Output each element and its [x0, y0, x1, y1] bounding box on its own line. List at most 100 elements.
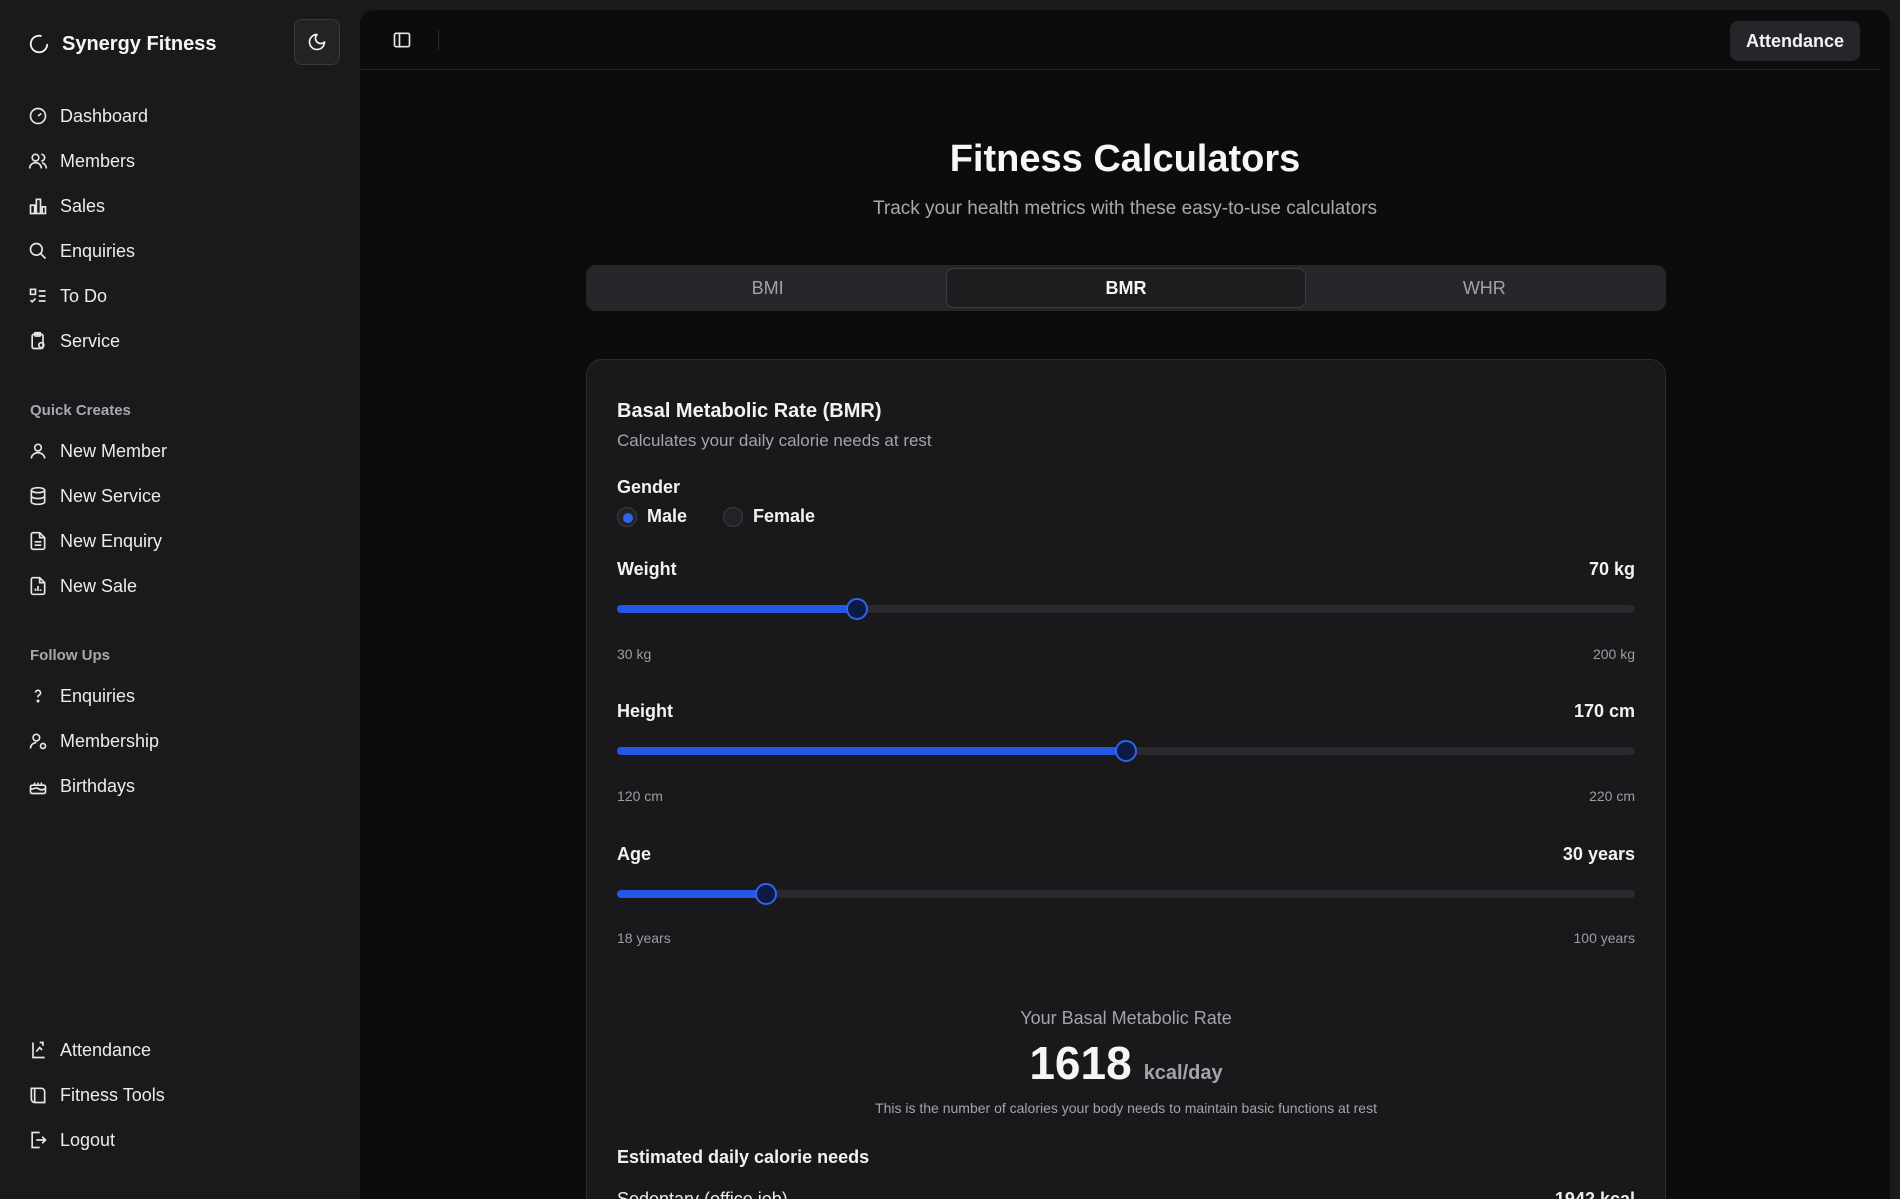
circle-logo-icon — [29, 34, 49, 54]
sidebar-item-label: New Service — [60, 485, 162, 506]
gauge-icon — [29, 107, 47, 125]
search-icon — [29, 242, 47, 260]
age-slider[interactable] — [617, 883, 1635, 905]
sidebar-item-sales[interactable]: Sales — [28, 190, 328, 222]
sidebar-item-label: Service — [60, 330, 121, 351]
page-subtitle: Track your health metrics with these eas… — [872, 198, 1378, 219]
sidebar-item-service[interactable]: Service — [28, 325, 328, 357]
topbar-divider — [438, 30, 439, 50]
tab-bmr[interactable]: BMR — [946, 268, 1306, 308]
sidebar-item-label: To Do — [60, 285, 108, 306]
sidebar-item-followup-enquiries[interactable]: Enquiries — [28, 680, 328, 712]
book-icon — [30, 1087, 46, 1104]
sidebar-item-new-enquiry[interactable]: New Enquiry — [28, 525, 328, 557]
weight-slider[interactable] — [617, 598, 1635, 620]
file-chart-icon — [30, 576, 46, 596]
question-icon — [34, 689, 42, 703]
sidebar-item-todo[interactable]: To Do — [28, 280, 328, 312]
radio-male[interactable]: Male — [617, 506, 687, 527]
slider-fill — [617, 747, 1126, 755]
slider-thumb[interactable] — [754, 883, 777, 905]
sidebar-item-label: Birthdays — [60, 775, 136, 796]
sidebar-item-label: Dashboard — [60, 105, 149, 126]
users-icon — [28, 153, 48, 169]
result-line: 1618 kcal/day — [587, 1036, 1665, 1090]
calculator-tabs: BMI BMR WHR — [586, 265, 1666, 311]
scrollbar[interactable] — [1880, 10, 1890, 1199]
sidebar-toggle-button[interactable] — [390, 28, 414, 52]
bmr-result-unit: kcal/day — [1143, 1062, 1223, 1084]
sidebar-item-label: Membership — [60, 730, 160, 751]
sidebar-item-label: Logout — [60, 1129, 116, 1150]
brand-name: Synergy Fitness — [62, 32, 217, 55]
height-max: 220 cm — [1589, 788, 1635, 804]
moon-icon — [308, 33, 326, 51]
sidebar-item-label: Fitness Tools — [60, 1084, 165, 1105]
card-title: Basal Metabolic Rate (BMR) — [617, 400, 882, 422]
follow-ups-heading: Follow Ups — [30, 647, 110, 664]
radio-female[interactable]: Female — [723, 506, 815, 527]
sidebar-item-label: Sales — [60, 195, 106, 216]
weight-min: 30 kg — [617, 646, 652, 662]
main-panel: Attendance Fitness Calculators Track you… — [360, 10, 1890, 1199]
clipboard-icon — [31, 331, 45, 350]
activity-level-label: Sedentary (office job) — [617, 1189, 788, 1199]
activity-level-kcal: 1942 kcal — [1554, 1189, 1635, 1199]
cake-icon — [29, 782, 47, 795]
logout-icon — [31, 1131, 47, 1149]
height-min: 120 cm — [617, 788, 663, 804]
radio-indicator — [617, 506, 637, 527]
sidebar-item-dashboard[interactable]: Dashboard — [28, 100, 328, 132]
result-label: Your Basal Metabolic Rate — [1020, 1008, 1232, 1028]
sidebar-item-logout[interactable]: Logout — [28, 1124, 328, 1156]
height-slider[interactable] — [617, 740, 1635, 762]
calorie-needs-heading: Estimated daily calorie needs — [617, 1147, 870, 1167]
sidebar-item-label: Enquiries — [60, 240, 136, 261]
weight-value: 70 kg — [1588, 559, 1635, 579]
sidebar-item-birthdays[interactable]: Birthdays — [28, 770, 328, 802]
sidebar-item-label: Members — [60, 150, 136, 171]
attendance-button[interactable]: Attendance — [1729, 21, 1860, 61]
database-icon — [30, 486, 46, 506]
tab-bmi[interactable]: BMI — [589, 268, 946, 308]
slider-fill — [617, 890, 766, 898]
sidebar-item-fitness-tools[interactable]: Fitness Tools — [28, 1079, 328, 1111]
weight-max: 200 kg — [1592, 646, 1635, 662]
age-value: 30 years — [1562, 844, 1635, 864]
sidebar-item-label: New Sale — [60, 575, 138, 596]
weight-label: Weight — [617, 559, 677, 579]
brand[interactable]: Synergy Fitness — [28, 28, 217, 60]
age-max: 100 years — [1573, 930, 1635, 946]
sidebar-item-label: Enquiries — [60, 685, 136, 706]
tab-whr[interactable]: WHR — [1306, 268, 1663, 308]
list-todo-icon — [29, 288, 46, 304]
gender-radio-group: Male Female — [617, 506, 815, 527]
theme-toggle-button[interactable] — [294, 19, 340, 65]
radio-indicator — [723, 506, 744, 527]
bmr-card: Basal Metabolic Rate (BMR) Calculates yo… — [586, 359, 1666, 1199]
result-note: This is the number of calories your body… — [875, 1100, 1377, 1116]
user-icon — [30, 443, 46, 459]
height-label: Height — [617, 701, 673, 721]
sidebar-item-label: New Member — [60, 440, 168, 461]
age-label: Age — [617, 844, 652, 864]
sidebar-item-new-sale[interactable]: New Sale — [28, 570, 328, 602]
attendance-icon — [32, 1041, 45, 1059]
sidebar-item-new-service[interactable]: New Service — [28, 480, 328, 512]
sidebar-item-membership[interactable]: Membership — [28, 725, 328, 757]
sidebar-item-enquiries[interactable]: Enquiries — [28, 235, 328, 267]
sidebar-item-attendance[interactable]: Attendance — [28, 1034, 328, 1066]
user-cog-icon — [29, 733, 47, 750]
sidebar-item-new-member[interactable]: New Member — [28, 435, 328, 467]
radio-label: Male — [647, 506, 688, 526]
panel-left-icon — [393, 32, 411, 48]
sidebar-item-label: Attendance — [60, 1039, 152, 1060]
radio-label: Female — [753, 506, 816, 526]
slider-thumb[interactable] — [845, 598, 868, 620]
sidebar-item-members[interactable]: Members — [28, 145, 328, 177]
slider-fill — [617, 605, 857, 613]
slider-thumb[interactable] — [1115, 740, 1137, 762]
sidebar-item-label: New Enquiry — [60, 530, 163, 551]
calorie-needs-row: Sedentary (office job) 1942 kcal — [617, 1189, 1635, 1199]
height-value: 170 cm — [1573, 701, 1635, 721]
